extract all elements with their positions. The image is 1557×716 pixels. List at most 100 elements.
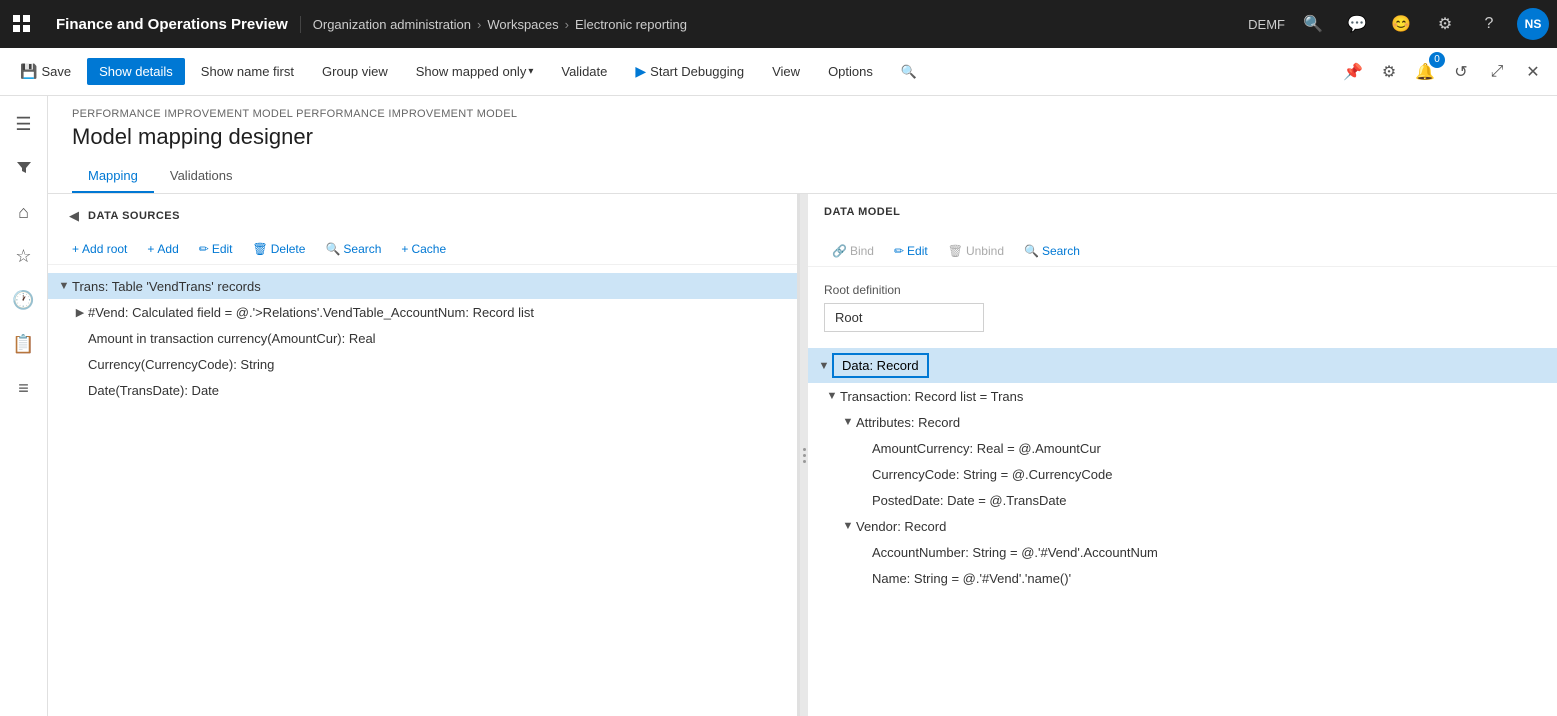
sidebar-item-modules[interactable]: ≡: [4, 368, 44, 408]
add-root-button[interactable]: + Add root: [64, 238, 135, 260]
edit-button[interactable]: ✏ Edit: [191, 238, 241, 260]
search-nav-icon[interactable]: 🔍: [1297, 8, 1329, 40]
save-button[interactable]: 💾 Save: [8, 57, 83, 86]
transaction-collapse-toggle[interactable]: ▼: [824, 388, 840, 404]
dm-tree-item-transaction[interactable]: ▼ Transaction: Record list = Trans: [808, 383, 1557, 409]
action-bar-right: 📌 ⚙ 🔔 0 ↺ ⤢ ✕: [1337, 56, 1549, 88]
add-button[interactable]: + Add: [139, 238, 186, 260]
view-button[interactable]: View: [760, 58, 812, 85]
panel-splitter[interactable]: [800, 194, 808, 716]
page-title: Model mapping designer: [72, 124, 1533, 150]
dm-toolbar: 🔗 Bind ✏ Edit 🗑 Unbind 🔍 Search: [808, 236, 1557, 267]
data-model-header: DATA MODEL: [808, 194, 1557, 236]
attributes-label: Attributes: Record: [856, 415, 960, 430]
dm-tree-item-account-number[interactable]: ▶ AccountNumber: String = @.'#Vend'.Acco…: [808, 539, 1557, 565]
tree-item-amount[interactable]: ▶ Amount in transaction currency(AmountC…: [48, 325, 797, 351]
dm-tree-item-vendor[interactable]: ▼ Vendor: Record: [808, 513, 1557, 539]
chat-icon[interactable]: 💬: [1341, 8, 1373, 40]
breadcrumb-model-link[interactable]: PERFORMANCE IMPROVEMENT MODEL: [72, 108, 296, 120]
edit-icon: ✏: [199, 242, 209, 256]
search-button[interactable]: 🔍 Search: [317, 238, 389, 260]
transaction-label: Transaction: Record list = Trans: [840, 389, 1023, 404]
vend-label: #Vend: Calculated field = @.'>Relations'…: [88, 305, 534, 320]
help-icon[interactable]: ?: [1473, 8, 1505, 40]
root-definition-value[interactable]: Root: [824, 303, 984, 332]
tab-mapping[interactable]: Mapping: [72, 160, 154, 193]
sidebar-item-favorites[interactable]: ☆: [4, 236, 44, 276]
vendor-label: Vendor: Record: [856, 519, 946, 534]
dm-edit-button[interactable]: ✏ Edit: [886, 240, 936, 262]
top-breadcrumb: Organization administration › Workspaces…: [313, 17, 1248, 32]
close-icon[interactable]: ✕: [1517, 56, 1549, 88]
tree-item-trans[interactable]: ▼ Trans: Table 'VendTrans' records: [48, 273, 797, 299]
show-mapped-only-button[interactable]: Show mapped only ▾: [404, 58, 546, 85]
attributes-collapse-toggle[interactable]: ▼: [840, 414, 856, 430]
currency-code-label: CurrencyCode: String = @.CurrencyCode: [872, 467, 1112, 482]
tab-validations[interactable]: Validations: [154, 160, 249, 193]
panel-collapse-toggle[interactable]: ◀: [64, 206, 84, 226]
sidebar-item-home[interactable]: ⌂: [4, 192, 44, 232]
trans-label: Trans: Table 'VendTrans' records: [72, 279, 261, 294]
save-icon: 💾: [20, 63, 37, 80]
bind-button[interactable]: 🔗 Bind: [824, 240, 882, 262]
dm-tree-item-amount-currency[interactable]: ▶ AmountCurrency: Real = @.AmountCur: [808, 435, 1557, 461]
breadcrumb-workspaces[interactable]: Workspaces: [487, 17, 558, 32]
ds-toolbar: + Add root + Add ✏ Edit 🗑 Delete: [48, 234, 797, 265]
refresh-icon[interactable]: ↺: [1445, 56, 1477, 88]
delete-icon: 🗑: [253, 242, 268, 256]
start-debugging-button[interactable]: ▶ Start Debugging: [623, 57, 756, 86]
delete-button[interactable]: 🗑 Delete: [245, 238, 314, 260]
data-sources-header: ◀ DATA SOURCES: [48, 194, 797, 234]
breadcrumb-org[interactable]: Organization administration: [313, 17, 471, 32]
dm-edit-icon: ✏: [894, 244, 904, 258]
settings-icon[interactable]: ⚙: [1373, 56, 1405, 88]
data-model-tree: ▼ Data: Record ▼ Transaction: Record lis…: [808, 344, 1557, 595]
top-nav: Finance and Operations Preview Organizat…: [0, 0, 1557, 48]
page-breadcrumb: PERFORMANCE IMPROVEMENT MODEL PERFORMANC…: [72, 108, 1533, 120]
user-avatar[interactable]: NS: [1517, 8, 1549, 40]
dm-tree-item-currency-code[interactable]: ▶ CurrencyCode: String = @.CurrencyCode: [808, 461, 1557, 487]
tree-item-vend[interactable]: ▶ #Vend: Calculated field = @.'>Relation…: [48, 299, 797, 325]
data-collapse-toggle[interactable]: ▼: [816, 358, 832, 374]
expand-icon[interactable]: ⤢: [1481, 56, 1513, 88]
root-definition: Root definition Root: [808, 275, 1557, 344]
app-grid-button[interactable]: [8, 10, 36, 38]
group-view-button[interactable]: Group view: [310, 58, 400, 85]
dm-tree-item-attributes[interactable]: ▼ Attributes: Record: [808, 409, 1557, 435]
dm-tree-item-posted-date[interactable]: ▶ PostedDate: Date = @.TransDate: [808, 487, 1557, 513]
posted-date-label: PostedDate: Date = @.TransDate: [872, 493, 1066, 508]
unbind-button[interactable]: 🗑 Unbind: [940, 240, 1012, 262]
smiley-icon[interactable]: 😊: [1385, 8, 1417, 40]
dm-tree-item-data[interactable]: ▼ Data: Record: [808, 348, 1557, 383]
env-label: DEMF: [1248, 17, 1285, 32]
dm-search-button[interactable]: 🔍 Search: [1016, 240, 1088, 262]
action-search-button[interactable]: 🔍: [889, 58, 929, 86]
split-panel: ◀ DATA SOURCES + Add root + Add ✏ E: [48, 194, 1557, 716]
show-details-button[interactable]: Show details: [87, 58, 185, 85]
content-area: PERFORMANCE IMPROVEMENT MODEL PERFORMANC…: [48, 96, 1557, 716]
cache-button[interactable]: + Cache: [393, 238, 454, 260]
dm-tree-item-name[interactable]: ▶ Name: String = @.'#Vend'.'name()': [808, 565, 1557, 591]
settings-nav-icon[interactable]: ⚙: [1429, 8, 1461, 40]
add-root-icon: +: [72, 242, 79, 256]
trans-collapse-toggle[interactable]: ▼: [56, 278, 72, 294]
sidebar-item-recent[interactable]: 🕐: [4, 280, 44, 320]
date-label: Date(TransDate): Date: [88, 383, 219, 398]
show-name-first-button[interactable]: Show name first: [189, 58, 306, 85]
search-ds-icon: 🔍: [325, 242, 340, 256]
dropdown-arrow-icon: ▾: [528, 66, 533, 77]
add-icon: +: [147, 242, 154, 256]
sidebar-item-menu[interactable]: ☰: [4, 104, 44, 144]
validate-button[interactable]: Validate: [549, 58, 619, 85]
sidebar-item-filter[interactable]: [4, 148, 44, 188]
breadcrumb-reporting[interactable]: Electronic reporting: [575, 17, 687, 32]
pin-icon[interactable]: 📌: [1337, 56, 1369, 88]
options-button[interactable]: Options: [816, 58, 885, 85]
vendor-collapse-toggle[interactable]: ▼: [840, 518, 856, 534]
tree-item-currency[interactable]: ▶ Currency(CurrencyCode): String: [48, 351, 797, 377]
root-definition-label: Root definition: [824, 283, 1541, 297]
bind-icon: 🔗: [832, 244, 847, 258]
sidebar-item-workspaces[interactable]: 📋: [4, 324, 44, 364]
vend-expand-toggle[interactable]: ▶: [72, 304, 88, 320]
tree-item-date[interactable]: ▶ Date(TransDate): Date: [48, 377, 797, 403]
